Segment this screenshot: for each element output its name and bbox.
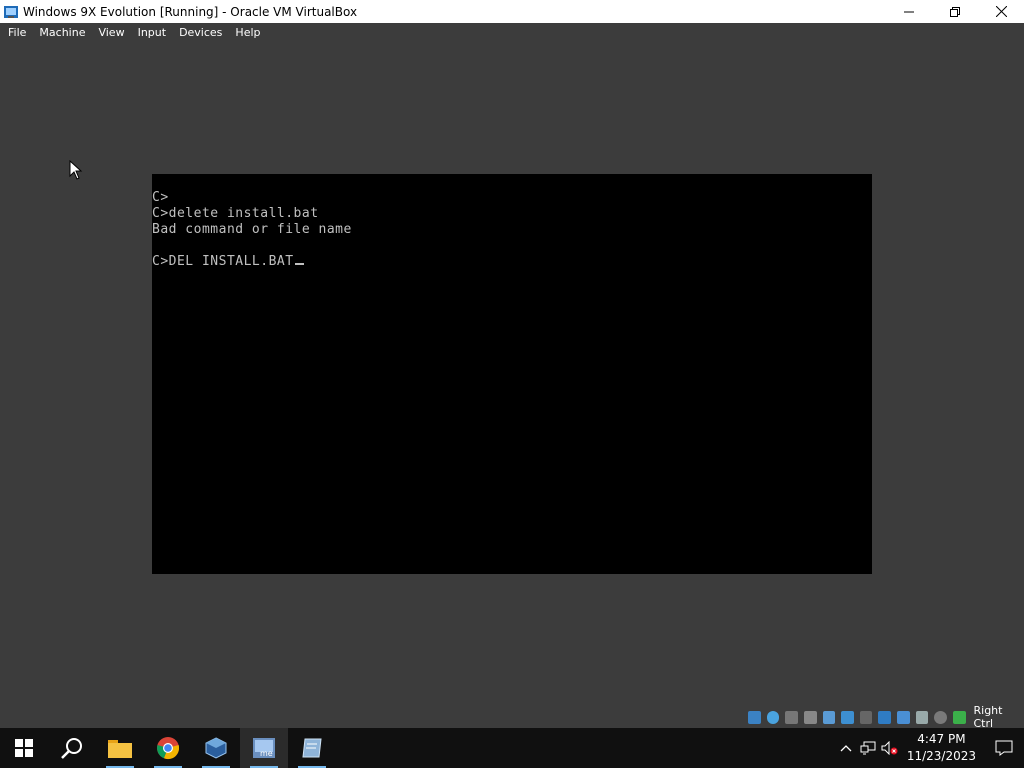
taskbar-virtualbox-manager[interactable] [192, 728, 240, 768]
minimize-button[interactable] [886, 0, 932, 23]
svg-text:me: me [260, 749, 273, 758]
chrome-icon [157, 737, 180, 760]
virtualbox-icon [3, 4, 19, 20]
console-line: C> [152, 190, 169, 205]
maximize-button[interactable] [932, 0, 978, 23]
close-icon [995, 6, 1007, 17]
minimize-icon [904, 11, 914, 12]
taskbar-file-explorer[interactable] [96, 728, 144, 768]
vm-status-bar: Right Ctrl [748, 704, 1024, 730]
notepad-icon [302, 738, 322, 758]
search-button[interactable] [48, 728, 96, 768]
show-hidden-icons-button[interactable] [835, 728, 857, 768]
display-icon[interactable] [878, 710, 891, 724]
shared-folders-icon[interactable] [859, 710, 873, 724]
volume-muted-icon [881, 741, 898, 755]
menu-file[interactable]: File [3, 26, 31, 39]
menu-input[interactable]: Input [133, 26, 171, 39]
action-center-button[interactable] [984, 728, 1024, 768]
usb-icon[interactable] [841, 710, 854, 724]
start-icon [15, 739, 33, 757]
virtualization-icon [915, 710, 929, 724]
maximize-icon [950, 6, 960, 17]
network-icon[interactable] [822, 710, 836, 724]
optical-drive-icon[interactable] [766, 710, 780, 724]
console-command: C>DEL INSTALL.BAT [152, 254, 294, 269]
menu-view[interactable]: View [93, 26, 129, 39]
text-cursor [294, 263, 304, 265]
file-explorer-icon [108, 740, 132, 758]
mouse-pointer-icon [69, 160, 83, 180]
console-input-line: C>DEL INSTALL.BAT [152, 254, 304, 270]
network-icon [860, 741, 876, 755]
virtualbox-manager-icon [205, 737, 227, 759]
console-line: Bad command or file name [152, 222, 352, 237]
menu-machine[interactable]: Machine [34, 26, 90, 39]
system-tray: 4:47 PM 11/23/2023 [835, 728, 1024, 768]
search-icon [61, 738, 82, 759]
mouse-integration-icon[interactable] [952, 710, 966, 724]
taskbar-windows-me-vm[interactable]: me [240, 728, 288, 768]
audio-icon[interactable] [803, 710, 817, 724]
menu-devices[interactable]: Devices [174, 26, 227, 39]
window-controls [886, 0, 1024, 23]
taskbar-notepad[interactable] [288, 728, 336, 768]
notification-icon [995, 740, 1013, 756]
menu-help[interactable]: Help [230, 26, 265, 39]
host-key-label[interactable]: Right Ctrl [974, 704, 1024, 730]
video-capture-icon[interactable] [897, 710, 910, 724]
chevron-up-icon [840, 745, 852, 752]
hard-disk-icon[interactable] [748, 710, 761, 724]
windows-me-vm-icon: me [253, 738, 275, 758]
menu-bar: File Machine View Input Devices Help [0, 23, 1024, 42]
network-tray-button[interactable] [857, 728, 879, 768]
floppy-icon[interactable] [785, 710, 798, 724]
taskbar-chrome[interactable] [144, 728, 192, 768]
clock-time: 4:47 PM [917, 732, 966, 746]
console-line: C>delete install.bat [152, 206, 319, 221]
cpu-icon [934, 710, 947, 724]
close-button[interactable] [978, 0, 1024, 23]
taskbar-clock[interactable]: 4:47 PM 11/23/2023 [907, 731, 976, 765]
window-title: Windows 9X Evolution [Running] - Oracle … [23, 4, 358, 19]
start-button[interactable] [0, 728, 48, 768]
vm-display[interactable]: C> C>delete install.bat Bad command or f… [152, 174, 872, 574]
taskbar: me 4:47 PM 11/23/2023 [0, 728, 1024, 768]
clock-date: 11/23/2023 [906, 749, 976, 763]
title-bar[interactable]: Windows 9X Evolution [Running] - Oracle … [0, 0, 1024, 23]
volume-tray-button[interactable] [879, 728, 901, 768]
